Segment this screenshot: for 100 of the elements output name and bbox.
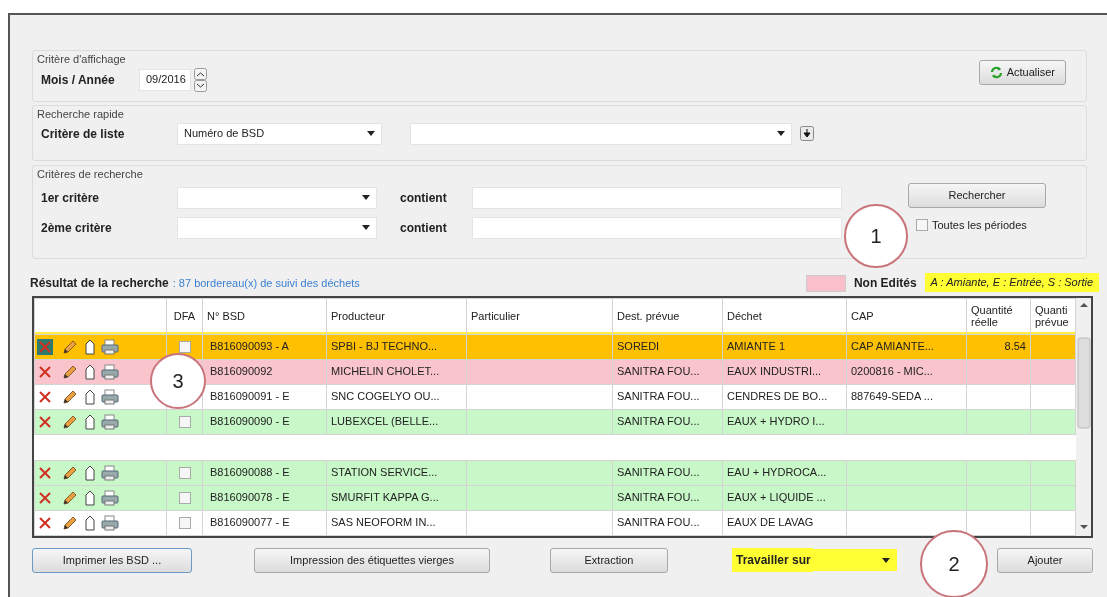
table-cell: B816090077 - E — [210, 516, 290, 529]
checkbox[interactable] — [916, 218, 928, 231]
printer-icon[interactable] — [101, 389, 119, 406]
column-header: Quanti prévue — [1030, 298, 1076, 334]
caret-icon — [367, 131, 375, 136]
table-cell: SANITRA FOU... — [617, 390, 700, 403]
table-cell: SAS NEOFORM IN... — [331, 516, 436, 529]
group-legend: Critères de recherche — [37, 166, 143, 183]
table-cell: CENDRES DE BO... — [727, 390, 828, 403]
callout-marker: 1 — [844, 204, 908, 268]
field-label: 1er critère — [41, 189, 101, 207]
print-button[interactable]: Imprimer les BSD ... — [32, 547, 192, 573]
table-cell: SANITRA FOU... — [617, 491, 700, 504]
document-icon[interactable] — [83, 389, 97, 406]
column-header: N° BSD — [202, 298, 327, 334]
down-arrow-button[interactable] — [800, 126, 814, 141]
table-cell: SNC COGELYO OU... — [331, 390, 440, 403]
document-icon[interactable] — [83, 490, 97, 507]
print-labels-button[interactable]: Impression des étiquettes vierges — [254, 547, 490, 573]
checkbox[interactable] — [178, 492, 191, 505]
printer-icon[interactable] — [101, 490, 119, 507]
scrollbar[interactable] — [1076, 297, 1091, 536]
checkbox[interactable] — [178, 517, 191, 530]
field-label: 2ème critère — [41, 219, 113, 237]
caret-icon — [362, 225, 370, 230]
checkbox-label: Toutes les périodes — [932, 217, 1027, 233]
printer-icon[interactable] — [101, 414, 119, 431]
export-button[interactable]: Extraction — [550, 547, 668, 573]
printer-icon[interactable] — [101, 364, 119, 381]
callout-marker: 2 — [920, 530, 988, 597]
search-field[interactable] — [472, 216, 842, 239]
printer-icon[interactable] — [101, 515, 119, 532]
list-criterion-dropdown[interactable]: Numéro de BSD — [177, 122, 382, 145]
document-icon[interactable] — [83, 364, 97, 381]
table-cell: EAUX INDUSTRI... — [727, 365, 822, 378]
column-header: CAP — [846, 298, 967, 334]
pencil-icon[interactable] — [61, 465, 77, 482]
column-header: Déchet — [722, 298, 847, 334]
document-icon[interactable] — [83, 414, 97, 431]
table-cell: SOREDI — [617, 340, 660, 353]
legend-label: Non Edités — [853, 274, 917, 292]
table-row[interactable]: B816090078 - E SMURFIT KAPPA G... SANITRA FOU... EAUX + LIQUIDE ... — [34, 485, 1076, 510]
pencil-icon[interactable] — [61, 339, 77, 356]
table-cell: B816090078 - E — [210, 491, 290, 504]
document-icon[interactable] — [83, 465, 97, 482]
table-cell: EAUX + LIQUIDE ... — [727, 491, 826, 504]
column-header: Particulier — [466, 298, 613, 334]
search-button[interactable]: Rechercher — [908, 182, 1046, 208]
caret-icon — [777, 131, 785, 136]
table-cell: SANITRA FOU... — [617, 466, 700, 479]
table-cell: 8.54 — [1004, 340, 1026, 353]
pencil-icon[interactable] — [61, 364, 77, 381]
printer-icon[interactable] — [101, 339, 119, 356]
printer-icon[interactable] — [101, 465, 119, 482]
pencil-icon[interactable] — [61, 389, 77, 406]
operator-label: contient — [400, 189, 448, 207]
table-cell: AMIANTE 1 — [727, 340, 786, 353]
table-cell: SANITRA FOU... — [617, 365, 700, 378]
month-field[interactable]: 09/2016 — [139, 68, 191, 91]
table-cell: SANITRA FOU... — [617, 516, 700, 529]
pencil-icon[interactable] — [61, 490, 77, 507]
table-cell: B816090088 - E — [210, 466, 290, 479]
spin-buttons-icon[interactable] — [194, 67, 207, 92]
document-icon[interactable] — [83, 339, 97, 356]
table-cell: STATION SERVICE... — [331, 466, 438, 479]
table-row[interactable]: B816090077 - E SAS NEOFORM IN... SANITRA FOU... EAUX DE LAVAG — [34, 510, 1076, 535]
field-label: Critère de liste — [41, 125, 126, 143]
table-cell: SMURFIT KAPPA G... — [331, 491, 439, 504]
results-count: : 87 bordereau(x) de suivi des déchets — [172, 276, 360, 291]
add-button[interactable]: Ajouter — [997, 547, 1093, 573]
checkbox[interactable] — [178, 416, 191, 429]
column-header: Dest. prévue — [612, 298, 723, 334]
pencil-icon[interactable] — [61, 414, 77, 431]
table-cell: B816090092 — [210, 365, 273, 378]
table-cell: B816090093 - A — [210, 340, 289, 353]
table-cell: EAU + HYDROCA... — [727, 466, 827, 479]
document-icon[interactable] — [83, 515, 97, 532]
checkbox[interactable] — [178, 467, 191, 480]
search-field[interactable] — [472, 186, 842, 209]
table-row[interactable]: B816090090 - E LUBEXCEL (BELLE... SANITRA FOU... EAUX + HYDRO I... — [34, 409, 1076, 434]
table-cell: CAP AMIANTE... — [851, 340, 934, 353]
refresh-icon — [989, 66, 1003, 79]
results-title: Résultat de la recherche — [30, 274, 169, 292]
refresh-button[interactable]: Actualiser — [978, 60, 1066, 85]
field-label: Mois / Année — [41, 71, 116, 89]
pencil-icon[interactable] — [61, 515, 77, 532]
delete-icon[interactable] — [37, 339, 53, 356]
checkbox[interactable] — [178, 341, 191, 354]
table-cell: EAUX DE LAVAG — [727, 516, 814, 529]
group-legend: Recherche rapide — [37, 106, 124, 123]
table-cell: 0200816 - MIC... — [851, 365, 933, 378]
table-cell: B816090090 - E — [210, 415, 290, 428]
table-cell: MICHELIN CHOLET... — [331, 365, 440, 378]
caret-icon — [362, 195, 370, 200]
caret-icon — [881, 557, 890, 563]
table-row[interactable]: B816090088 - E STATION SERVICE... SANITRA FOU... EAU + HYDROCA... — [34, 460, 1076, 485]
table-cell: 887649-SEDA ... — [851, 390, 933, 403]
table-cell: B816090091 - E — [210, 390, 290, 403]
operator-label: contient — [400, 219, 448, 237]
table-cell: SANITRA FOU... — [617, 415, 700, 428]
